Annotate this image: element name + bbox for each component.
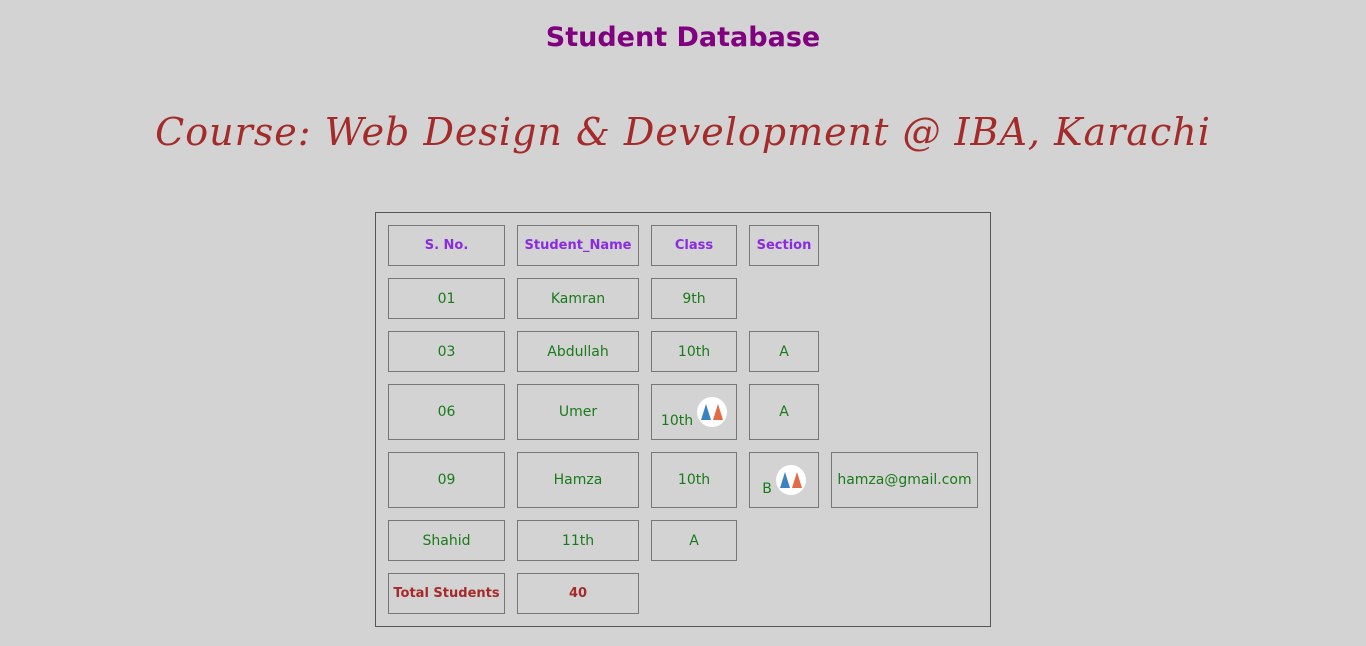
table-cell: 09 [388,452,505,508]
table-cell: Shahid [388,520,505,561]
table-cell: Kamran [517,278,639,319]
page-title: Student Database [545,22,821,53]
table-cell: 10th [651,331,737,372]
table-cell: 06 [388,384,505,440]
course-heading: Course: Web Design & Development @ IBA, … [155,110,1211,154]
total-students-label: Total Students [388,573,505,614]
email-cell: hamza@gmail.com [831,452,978,508]
table-cell: 11th [517,520,639,561]
header-student-name: Student_Name [517,225,639,266]
page: Student Database Course: Web Design & De… [0,0,1366,646]
table-cell: A [749,384,819,440]
table-cell: Hamza [517,452,639,508]
header-class: Class [651,225,737,266]
header-sno: S. No. [388,225,505,266]
table-cell: A [749,331,819,372]
emoji-icon [697,397,728,427]
header-section: Section [749,225,819,266]
table-cell: 9th [651,278,737,319]
table-cell: 10th [651,452,737,508]
table-cell: Abdullah [517,331,639,372]
table-cell-text: B [762,481,772,497]
table-cell: Umer [517,384,639,440]
table-cell-text: 10th [660,413,694,429]
student-table: S. No. Student_Name Class Section 01 Kam… [375,212,991,627]
table-cell: 03 [388,331,505,372]
table-cell: A [651,520,737,561]
table-cell-with-icon: 10th [651,384,737,440]
total-students-value: 40 [517,573,639,614]
table-cell-with-icon: B [749,452,819,508]
table-cell: 01 [388,278,505,319]
emoji-icon [775,465,806,495]
